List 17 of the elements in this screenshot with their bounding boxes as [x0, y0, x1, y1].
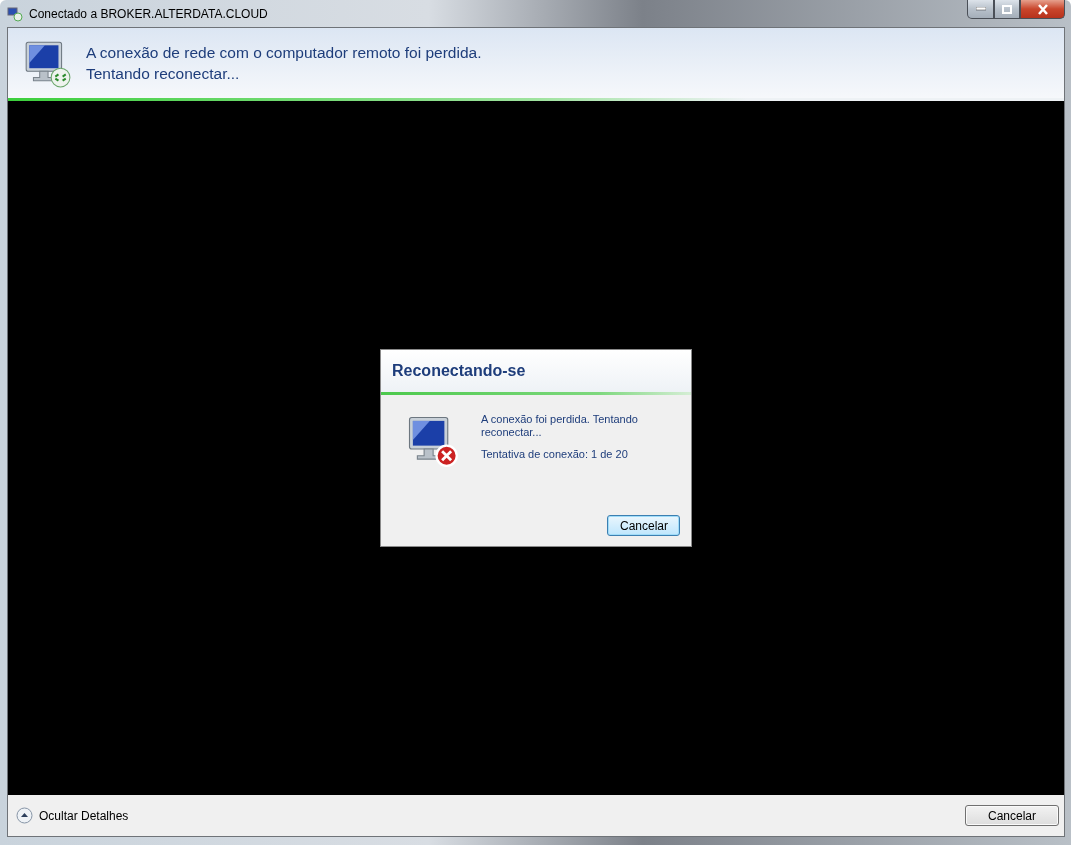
- maximize-icon: [1002, 4, 1012, 14]
- status-message: Tentando reconectar...: [86, 64, 241, 84]
- status-message: A conexão de rede com o computador remoto foi perdida.: [86, 43, 482, 63]
- cancel-button[interactable]: Cancelar: [965, 805, 1059, 826]
- dialog-message: A conexão foi perdida. Tentando reconectar...: [481, 413, 639, 439]
- minimize-icon: [975, 7, 986, 11]
- window-title: Conectado a BROKER.ALTERDATA.CLOUD: [29, 6, 268, 21]
- remote-desktop-icon: [7, 5, 23, 22]
- dialog-title: Reconectando-se: [392, 362, 526, 380]
- minimize-button[interactable]: [967, 0, 994, 19]
- maximize-button[interactable]: [994, 0, 1020, 19]
- hide-details-toggle[interactable]: Ocultar Detalhes: [16, 807, 129, 824]
- close-icon: [1036, 3, 1049, 15]
- collapse-icon: [16, 807, 33, 824]
- cancel-button[interactable]: Cancelar: [607, 515, 680, 536]
- close-button[interactable]: [1020, 0, 1065, 19]
- attempt-count: Tentativa de conexão: 1 de 20: [481, 448, 629, 461]
